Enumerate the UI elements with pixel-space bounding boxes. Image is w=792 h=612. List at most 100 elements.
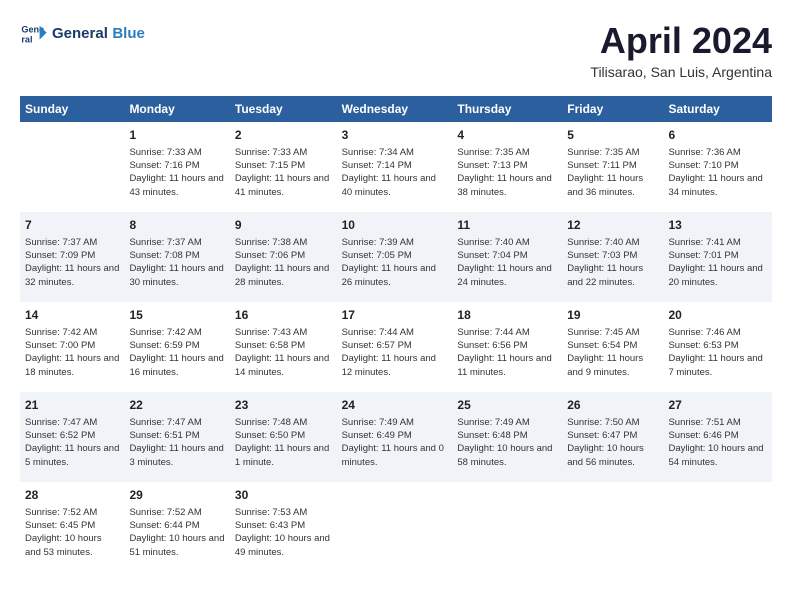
daylight-text: Daylight: 11 hours and 41 minutes. (235, 173, 329, 197)
logo-text: General Blue (52, 25, 145, 43)
daylight-text: Daylight: 11 hours and 18 minutes. (25, 353, 119, 377)
sunset-text: Sunset: 7:08 PM (129, 250, 199, 261)
sunrise-text: Sunrise: 7:47 AM (25, 417, 97, 428)
col-header-sunday: Sunday (20, 96, 124, 122)
sunrise-text: Sunrise: 7:33 AM (235, 147, 307, 158)
calendar-cell: 19Sunrise: 7:45 AMSunset: 6:54 PMDayligh… (562, 302, 663, 392)
day-number: 29 (129, 487, 224, 504)
calendar-cell (452, 482, 562, 572)
day-number: 10 (342, 217, 448, 234)
sunrise-text: Sunrise: 7:37 AM (129, 237, 201, 248)
daylight-text: Daylight: 11 hours and 11 minutes. (457, 353, 551, 377)
sunset-text: Sunset: 6:48 PM (457, 430, 527, 441)
calendar-cell: 20Sunrise: 7:46 AMSunset: 6:53 PMDayligh… (663, 302, 772, 392)
title-area: April 2024 Tilisarao, San Luis, Argentin… (590, 20, 772, 80)
daylight-text: Daylight: 11 hours and 0 minutes. (342, 443, 444, 467)
calendar-header-row: SundayMondayTuesdayWednesdayThursdayFrid… (20, 96, 772, 122)
calendar-cell: 3Sunrise: 7:34 AMSunset: 7:14 PMDaylight… (337, 122, 453, 212)
calendar-table: SundayMondayTuesdayWednesdayThursdayFrid… (20, 96, 772, 572)
col-header-thursday: Thursday (452, 96, 562, 122)
calendar-cell (562, 482, 663, 572)
daylight-text: Daylight: 11 hours and 43 minutes. (129, 173, 223, 197)
calendar-cell: 25Sunrise: 7:49 AMSunset: 6:48 PMDayligh… (452, 392, 562, 482)
daylight-text: Daylight: 11 hours and 20 minutes. (668, 263, 762, 287)
calendar-cell (20, 122, 124, 212)
sunrise-text: Sunrise: 7:43 AM (235, 327, 307, 338)
sunset-text: Sunset: 7:14 PM (342, 160, 412, 171)
daylight-text: Daylight: 11 hours and 34 minutes. (668, 173, 762, 197)
calendar-cell: 6Sunrise: 7:36 AMSunset: 7:10 PMDaylight… (663, 122, 772, 212)
sunset-text: Sunset: 7:00 PM (25, 340, 95, 351)
calendar-week-row: 14Sunrise: 7:42 AMSunset: 7:00 PMDayligh… (20, 302, 772, 392)
calendar-cell: 8 Sunrise: 7:37 AM Sunset: 7:08 PM Daylight… (124, 212, 229, 302)
daylight-text: Daylight: 11 hours and 30 minutes. (129, 263, 223, 287)
day-number: 16 (235, 307, 332, 324)
daylight-text: Daylight: 11 hours and 12 minutes. (342, 353, 436, 377)
sunset-text: Sunset: 6:57 PM (342, 340, 412, 351)
day-number: 24 (342, 397, 448, 414)
col-header-saturday: Saturday (663, 96, 772, 122)
sunset-text: Sunset: 6:50 PM (235, 430, 305, 441)
sunset-text: Sunset: 7:03 PM (567, 250, 637, 261)
location-subtitle: Tilisarao, San Luis, Argentina (590, 64, 772, 80)
calendar-cell: 29Sunrise: 7:52 AMSunset: 6:44 PMDayligh… (124, 482, 229, 572)
calendar-cell: 24Sunrise: 7:49 AMSunset: 6:49 PMDayligh… (337, 392, 453, 482)
day-number: 26 (567, 397, 658, 414)
sunrise-text: Sunrise: 7:47 AM (129, 417, 201, 428)
sunset-text: Sunset: 7:04 PM (457, 250, 527, 261)
sunset-text: Sunset: 6:46 PM (668, 430, 738, 441)
daylight-text: Daylight: 11 hours and 28 minutes. (235, 263, 329, 287)
day-number: 6 (668, 127, 767, 144)
sunset-text: Sunset: 6:43 PM (235, 520, 305, 531)
calendar-week-row: 7Sunrise: 7:37 AMSunset: 7:09 PMDaylight… (20, 212, 772, 302)
sunrise-text: Sunrise: 7:44 AM (457, 327, 529, 338)
calendar-week-row: 28Sunrise: 7:52 AMSunset: 6:45 PMDayligh… (20, 482, 772, 572)
col-header-friday: Friday (562, 96, 663, 122)
daylight-text: Daylight: 10 hours and 51 minutes. (129, 533, 224, 557)
sunset-text: Sunset: 6:47 PM (567, 430, 637, 441)
sunset-text: Sunset: 7:06 PM (235, 250, 305, 261)
daylight-text: Daylight: 11 hours and 24 minutes. (457, 263, 551, 287)
calendar-cell: 2Sunrise: 7:33 AMSunset: 7:15 PMDaylight… (230, 122, 337, 212)
sunset-text: Sunset: 7:15 PM (235, 160, 305, 171)
day-number: 11 (457, 217, 557, 234)
day-number: 9 (235, 217, 332, 234)
logo-icon: Gene ral (20, 20, 48, 48)
sunset-text: Sunset: 7:01 PM (668, 250, 738, 261)
sunset-text: Sunset: 6:58 PM (235, 340, 305, 351)
calendar-cell: 7Sunrise: 7:37 AMSunset: 7:09 PMDaylight… (20, 212, 124, 302)
day-number: 5 (567, 127, 658, 144)
day-number: 27 (668, 397, 767, 414)
sunrise-text: Sunrise: 7:41 AM (668, 237, 740, 248)
daylight-text: Daylight: 11 hours and 3 minutes. (129, 443, 223, 467)
sunset-text: Sunset: 7:16 PM (129, 160, 199, 171)
day-number: 8 (129, 217, 224, 234)
page-header: Gene ral General Blue April 2024 Tilisar… (20, 20, 772, 80)
sunrise-text: Sunrise: 7:40 AM (457, 237, 529, 248)
sunset-text: Sunset: 6:56 PM (457, 340, 527, 351)
sunrise-text: Sunrise: 7:42 AM (129, 327, 201, 338)
calendar-cell: 23Sunrise: 7:48 AMSunset: 6:50 PMDayligh… (230, 392, 337, 482)
sunset-text: Sunset: 6:54 PM (567, 340, 637, 351)
sunrise-text: Sunrise: 7:35 AM (457, 147, 529, 158)
calendar-week-row: 1 Sunrise: 7:33 AM Sunset: 7:16 PM Daylight… (20, 122, 772, 212)
sunrise-text: Sunrise: 7:44 AM (342, 327, 414, 338)
daylight-text: Daylight: 11 hours and 36 minutes. (567, 173, 643, 197)
sunrise-text: Sunrise: 7:48 AM (235, 417, 307, 428)
sunrise-text: Sunrise: 7:52 AM (25, 507, 97, 518)
day-number: 1 (129, 127, 224, 144)
sunrise-text: Sunrise: 7:50 AM (567, 417, 639, 428)
sunrise-text: Sunrise: 7:33 AM (129, 147, 201, 158)
day-number: 21 (25, 397, 119, 414)
calendar-cell: 1 Sunrise: 7:33 AM Sunset: 7:16 PM Daylight… (124, 122, 229, 212)
daylight-text: Daylight: 11 hours and 5 minutes. (25, 443, 119, 467)
month-title: April 2024 (590, 20, 772, 62)
calendar-cell: 18Sunrise: 7:44 AMSunset: 6:56 PMDayligh… (452, 302, 562, 392)
col-header-monday: Monday (124, 96, 229, 122)
daylight-text: Daylight: 10 hours and 53 minutes. (25, 533, 102, 557)
day-number: 22 (129, 397, 224, 414)
calendar-cell: 4Sunrise: 7:35 AMSunset: 7:13 PMDaylight… (452, 122, 562, 212)
calendar-cell (337, 482, 453, 572)
sunrise-text: Sunrise: 7:46 AM (668, 327, 740, 338)
day-number: 12 (567, 217, 658, 234)
